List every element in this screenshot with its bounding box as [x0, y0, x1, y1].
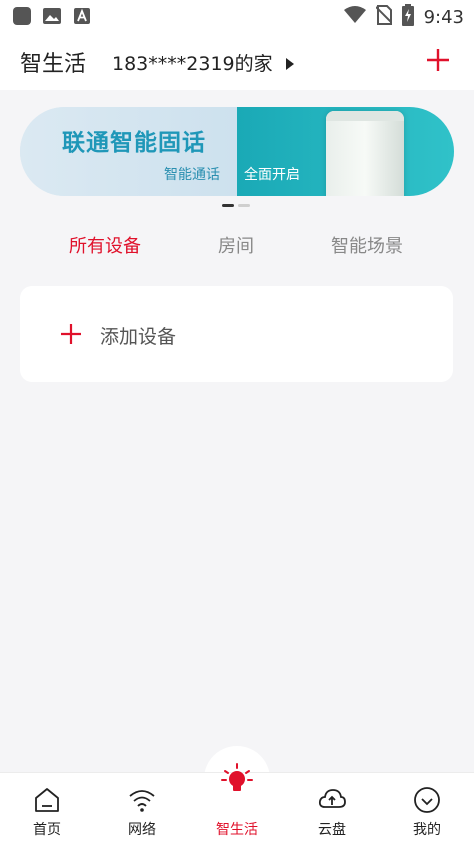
- plus-icon: [60, 323, 82, 345]
- page-title: 智生活: [20, 52, 87, 77]
- nav-label: 云盘: [318, 822, 346, 838]
- tab-smart-scenes[interactable]: 智能场景: [331, 232, 403, 258]
- battery-charging-icon: [401, 4, 414, 30]
- wifi-icon: [127, 785, 157, 815]
- plus-icon: [427, 49, 449, 71]
- app-square-icon: [12, 6, 32, 26]
- banner-title: 联通智能固话: [62, 130, 206, 156]
- wifi-icon: [343, 6, 366, 28]
- cloud-upload-icon: [317, 785, 347, 815]
- pager-dot: [222, 204, 234, 207]
- font-a-icon: [72, 6, 92, 26]
- bottom-nav: 首页 网络 智生活 云盘 我的: [0, 763, 474, 843]
- no-sim-icon: [374, 5, 393, 29]
- add-device-card[interactable]: 添加设备: [20, 286, 453, 382]
- nav-item-smart-life[interactable]: 智生活: [190, 763, 284, 843]
- nav-label: 网络: [128, 822, 156, 838]
- image-icon: [42, 6, 62, 26]
- promo-banner[interactable]: 联通智能固话 智能通话 全面开启: [20, 107, 454, 196]
- tab-all-devices[interactable]: 所有设备: [69, 232, 141, 258]
- add-button[interactable]: [424, 46, 452, 74]
- lightbulb-icon: [219, 761, 255, 797]
- home-icon: [32, 785, 62, 815]
- smile-icon: [412, 785, 442, 815]
- app-header: 智生活 183****2319的家: [0, 32, 474, 90]
- home-selector[interactable]: 183****2319的家: [112, 49, 273, 76]
- nav-item-cloud[interactable]: 云盘: [285, 773, 379, 843]
- nav-item-network[interactable]: 网络: [95, 773, 189, 843]
- nav-item-home[interactable]: 首页: [0, 773, 94, 843]
- banner-pager: [222, 204, 250, 207]
- status-bar: 9:43: [0, 0, 474, 32]
- add-device-label: 添加设备: [100, 326, 177, 348]
- nav-label: 首页: [33, 822, 61, 838]
- status-time: 9:43: [423, 6, 464, 28]
- caret-right-icon[interactable]: [285, 56, 295, 75]
- banner-subtitle-left: 智能通话: [164, 167, 220, 183]
- nav-label: 智生活: [216, 822, 258, 838]
- banner-device-image: [326, 111, 404, 196]
- nav-label: 我的: [413, 822, 441, 838]
- tab-rooms[interactable]: 房间: [218, 232, 254, 258]
- nav-item-me[interactable]: 我的: [380, 773, 474, 843]
- banner-subtitle-right: 全面开启: [244, 167, 300, 183]
- pager-dot: [238, 204, 250, 207]
- device-tabs: 所有设备 房间 智能场景: [0, 232, 474, 262]
